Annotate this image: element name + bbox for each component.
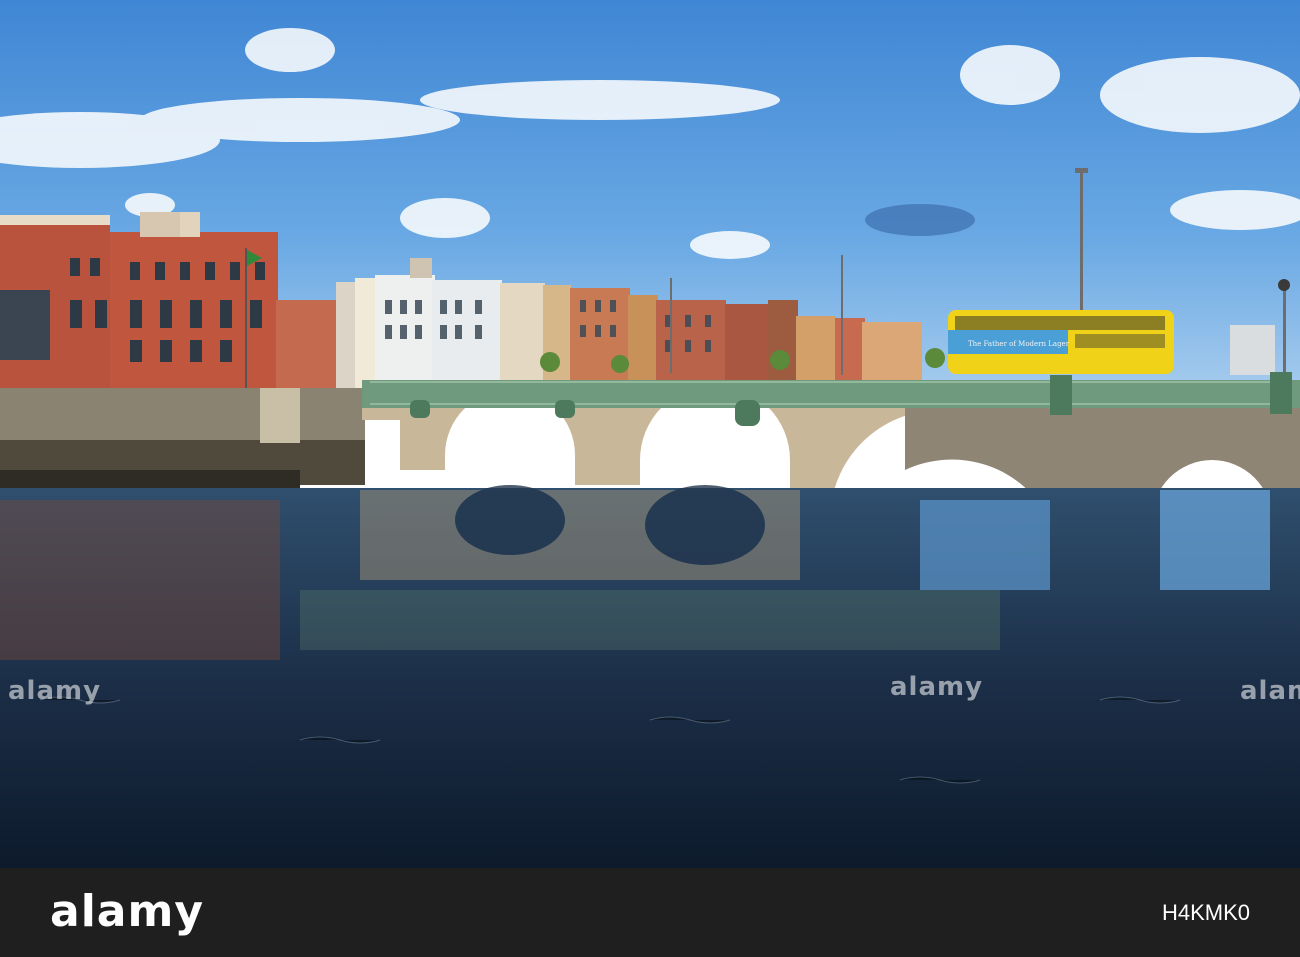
river-bank	[0, 388, 365, 495]
stock-photo: The Father of Modern Lager alamy alamy a…	[0, 0, 1300, 868]
image-id: H4KMK0	[1161, 900, 1250, 925]
footer-bar: alamy H4KMK0	[0, 868, 1300, 957]
alamy-logo[interactable]: alamy	[50, 886, 204, 938]
photo-scene	[0, 0, 1300, 868]
bus-banner-text: The Father of Modern Lager	[968, 340, 1070, 348]
